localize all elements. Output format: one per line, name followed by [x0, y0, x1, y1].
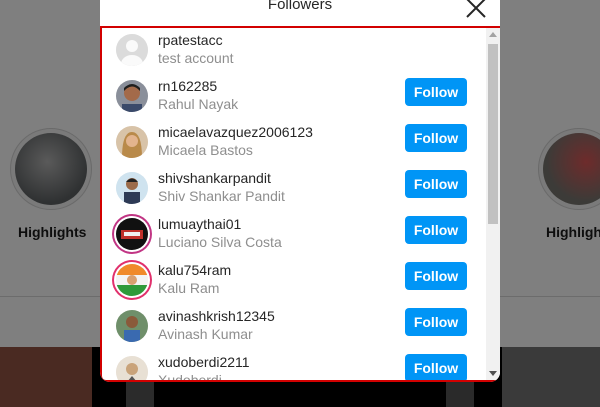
highlight-circle-left[interactable]	[10, 128, 92, 210]
username[interactable]: micaelavazquez2006123	[158, 124, 313, 140]
list-item[interactable]: rpatestacc test account	[102, 30, 484, 76]
full-name: Xudoberdi	[158, 372, 222, 382]
avatar[interactable]	[116, 218, 148, 250]
post-thumbnail[interactable]	[0, 347, 92, 407]
full-name: Avinash Kumar	[158, 326, 253, 342]
username[interactable]: shivshankarpandit	[158, 170, 271, 186]
modal-title: Followers	[267, 0, 333, 13]
highlight-thumbnail	[543, 133, 600, 205]
follow-button[interactable]: Follow	[405, 170, 467, 198]
username[interactable]: rn162285	[158, 78, 217, 94]
followers-list[interactable]: rpatestacc test account rn162285 Rahul N…	[100, 26, 500, 382]
username[interactable]: lumuaythai01	[158, 216, 241, 232]
username[interactable]: kalu754ram	[158, 262, 231, 278]
follow-button[interactable]: Follow	[405, 124, 467, 152]
avatar[interactable]	[116, 356, 148, 380]
scrollbar[interactable]	[486, 28, 500, 380]
list-item[interactable]: kalu754ram Kalu Ram Follow	[102, 260, 484, 306]
highlight-label-right[interactable]: Highligh	[546, 224, 600, 240]
avatar[interactable]	[116, 34, 148, 66]
username[interactable]: avinashkrish12345	[158, 308, 275, 324]
full-name: Kalu Ram	[158, 280, 220, 296]
close-icon[interactable]	[464, 0, 488, 20]
list-item[interactable]: shivshankarpandit Shiv Shankar Pandit Fo…	[102, 168, 484, 214]
post-thumbnail[interactable]	[502, 347, 600, 407]
highlight-label-left[interactable]: Highlights	[18, 224, 86, 240]
avatar[interactable]	[116, 172, 148, 204]
avatar[interactable]	[116, 80, 148, 112]
list-item[interactable]: micaelavazquez2006123 Micaela Bastos Fol…	[102, 122, 484, 168]
list-item[interactable]: lumuaythai01 Luciano Silva Costa Follow	[102, 214, 484, 260]
full-name: Rahul Nayak	[158, 96, 239, 112]
scrollbar-thumb[interactable]	[488, 44, 498, 224]
avatar[interactable]	[116, 126, 148, 158]
follow-button[interactable]: Follow	[405, 308, 467, 336]
list-item[interactable]: avinashkrish12345 Avinash Kumar Follow	[102, 306, 484, 352]
list-item[interactable]: rn162285 Rahul Nayak Follow	[102, 76, 484, 122]
followers-modal: Followers rpatestacc test account rn1622…	[100, 0, 500, 382]
full-name: test account	[158, 50, 234, 66]
full-name: Luciano Silva Costa	[158, 234, 282, 250]
avatar[interactable]	[116, 310, 148, 342]
full-name: Micaela Bastos	[158, 142, 253, 158]
follow-button[interactable]: Follow	[405, 262, 467, 290]
username[interactable]: rpatestacc	[158, 32, 223, 48]
scroll-down-arrow-icon[interactable]	[489, 371, 497, 376]
follow-button[interactable]: Follow	[405, 354, 467, 380]
avatar[interactable]	[116, 264, 148, 296]
follow-button[interactable]: Follow	[405, 78, 467, 106]
list-item[interactable]: xudoberdi2211 Xudoberdi Follow	[102, 352, 484, 382]
follow-button[interactable]: Follow	[405, 216, 467, 244]
highlight-thumbnail	[15, 133, 87, 205]
username[interactable]: xudoberdi2211	[158, 354, 250, 370]
full-name: Shiv Shankar Pandit	[158, 188, 285, 204]
scroll-up-arrow-icon[interactable]	[489, 32, 497, 37]
